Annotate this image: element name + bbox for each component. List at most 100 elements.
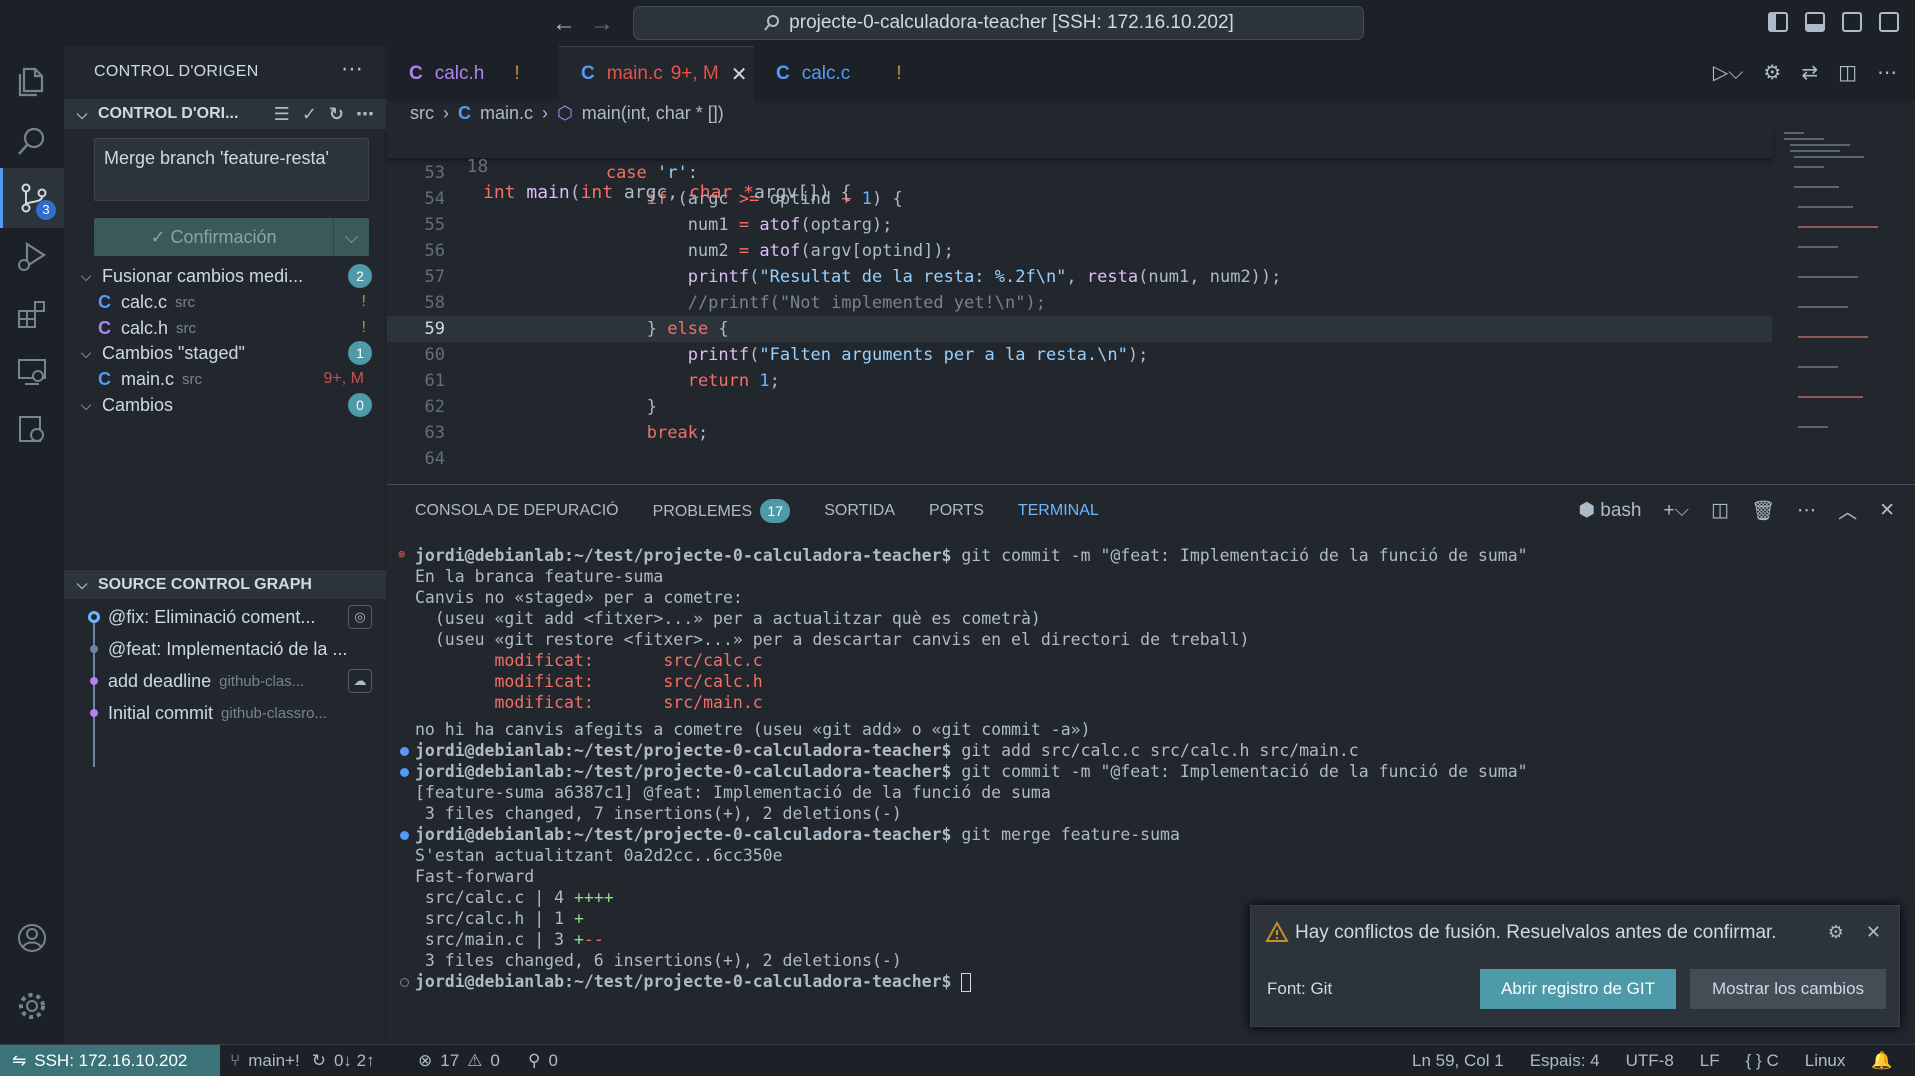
more-icon[interactable]: ⋯ xyxy=(356,104,374,125)
language-mode[interactable]: { } C xyxy=(1746,1051,1779,1071)
source-control-icon[interactable]: 3 xyxy=(0,168,64,228)
open-git-log-button[interactable]: Abrir registro de GIT xyxy=(1480,969,1676,1009)
file-dir: src xyxy=(176,319,197,337)
graph-commit-row[interactable]: @feat: Implementació de la ... xyxy=(64,633,386,665)
chevron-down-icon: ⌵ xyxy=(80,344,92,361)
graph-commit-row[interactable]: Initial commit github-classro... xyxy=(64,697,386,729)
success-dot-icon xyxy=(400,831,409,840)
gear-icon[interactable]: ⚙ xyxy=(1828,922,1844,943)
tab-ports[interactable]: PORTS xyxy=(929,502,984,520)
commit-button-label: ✓ Confirmación xyxy=(150,226,277,247)
error-circle-icon: ⊗ xyxy=(398,547,406,561)
open-changes-icon[interactable]: ⇄ xyxy=(1801,60,1818,85)
new-terminal-icon[interactable]: +⌵ xyxy=(1663,500,1689,522)
maximize-panel-icon[interactable]: ︿ xyxy=(1838,497,1857,524)
ports-count[interactable]: 0 xyxy=(548,1051,557,1071)
graph-commit-row[interactable]: add deadline github-clas... ☁ xyxy=(64,665,386,697)
tab-debug-console[interactable]: CONSOLA DE DEPURACIÓ xyxy=(415,502,619,520)
run-debug-icon[interactable] xyxy=(0,226,64,286)
refresh-icon[interactable]: ↻ xyxy=(329,104,344,125)
success-dot-icon xyxy=(400,768,409,777)
toggle-primary-sidebar-icon[interactable] xyxy=(1768,12,1788,32)
view-as-tree-icon[interactable]: ☰ xyxy=(274,104,290,125)
title-bar: ← → projecte-0-calculadora-teacher [SSH:… xyxy=(0,0,1915,46)
remote-settings-icon[interactable] xyxy=(0,400,64,460)
shell-name: bash xyxy=(1600,500,1642,521)
tab-main-c[interactable]: C main.c 9+, M ✕ xyxy=(559,46,754,101)
file-dir: src xyxy=(175,293,196,311)
commit-label: @fix: Eliminació coment... xyxy=(108,606,316,627)
notifications-bell-icon[interactable]: 🔔 xyxy=(1871,1051,1892,1071)
command-center[interactable]: projecte-0-calculadora-teacher [SSH: 172… xyxy=(633,6,1364,40)
cloud-icon[interactable]: ☁ xyxy=(348,669,372,693)
commit-message-input[interactable]: Merge branch 'feature-resta' xyxy=(94,138,369,201)
os-indicator[interactable]: Linux xyxy=(1805,1051,1846,1071)
explorer-icon[interactable] xyxy=(0,52,64,112)
breadcrumb-file[interactable]: main.c xyxy=(480,103,533,124)
remote-explorer-icon[interactable] xyxy=(0,342,64,402)
more-icon[interactable]: ⋯ xyxy=(1797,499,1816,522)
graph-section-header[interactable]: ⌵ SOURCE CONTROL GRAPH xyxy=(64,569,386,599)
show-changes-button[interactable]: Mostrar los cambios xyxy=(1690,969,1886,1009)
tab-status: ! xyxy=(896,62,902,84)
close-icon[interactable]: ✕ xyxy=(1866,922,1881,943)
breadcrumb-symbol[interactable]: main(int, char * []) xyxy=(582,103,724,124)
commit-meta: github-clas... xyxy=(219,672,305,690)
minimap[interactable] xyxy=(1780,126,1900,482)
forward-arrow-icon[interactable]: → xyxy=(590,10,614,38)
c-file-icon: C xyxy=(458,103,471,123)
indentation[interactable]: Espais: 4 xyxy=(1530,1051,1600,1071)
run-icon[interactable]: ▷⌵ xyxy=(1713,60,1744,85)
error-count[interactable]: 17 xyxy=(440,1051,459,1071)
cursor-position[interactable]: Ln 59, Col 1 xyxy=(1412,1051,1504,1071)
search-icon[interactable] xyxy=(0,112,64,172)
tab-output[interactable]: SORTIDA xyxy=(824,502,895,520)
error-icon: ⊗ xyxy=(418,1051,433,1070)
target-icon[interactable]: ◎ xyxy=(348,605,372,629)
sticky-scroll-line[interactable]: 18 int main(int argc, char *argv[]) { xyxy=(387,128,1772,203)
extensions-icon[interactable] xyxy=(0,284,64,344)
terminal-cursor xyxy=(961,973,972,992)
commit-button[interactable]: ✓ Confirmación ⌵ xyxy=(94,218,369,256)
commit-meta: github-classro... xyxy=(221,704,327,722)
manage-gear-icon[interactable] xyxy=(0,976,64,1036)
customize-layout-icon[interactable] xyxy=(1879,12,1899,32)
accounts-icon[interactable] xyxy=(0,908,64,968)
toggle-secondary-sidebar-icon[interactable] xyxy=(1842,12,1862,32)
toggle-panel-icon[interactable] xyxy=(1805,12,1825,32)
commit-label: @feat: Implementació de la ... xyxy=(108,638,348,659)
conflict-status: ! xyxy=(361,319,366,336)
file-name: calc.c xyxy=(121,291,168,312)
branch-icon: ⑂ xyxy=(230,1051,241,1070)
sync-status[interactable]: 0↓ 2↑ xyxy=(334,1051,375,1071)
remote-indicator[interactable]: ⇋ SSH: 172.16.10.202 xyxy=(0,1045,220,1076)
warning-count[interactable]: 0 xyxy=(490,1051,499,1071)
branch-name[interactable]: main+! xyxy=(248,1051,300,1071)
split-editor-icon[interactable]: ◫ xyxy=(1838,60,1857,85)
split-terminal-icon[interactable]: ◫ xyxy=(1711,499,1729,522)
end-of-line[interactable]: LF xyxy=(1700,1051,1720,1071)
encoding[interactable]: UTF-8 xyxy=(1626,1051,1674,1071)
more-icon[interactable]: ⋯ xyxy=(1877,60,1897,85)
warning-icon xyxy=(1265,920,1289,942)
gear-icon[interactable]: ⚙ xyxy=(1763,60,1781,85)
tab-calc-h[interactable]: C calc.h ! xyxy=(387,46,557,101)
graph-commit-row[interactable]: @fix: Eliminació coment... ◎ xyxy=(64,601,386,633)
tab-label: main.c xyxy=(606,63,663,84)
changes-group[interactable]: ⌵ Cambios 0 xyxy=(64,390,386,420)
commit-dropdown-chevron-icon[interactable]: ⌵ xyxy=(333,218,369,256)
close-icon[interactable]: ✕ xyxy=(731,62,748,87)
line-number: 18 xyxy=(466,156,489,177)
tab-calc-c[interactable]: C calc.c ! xyxy=(754,46,924,101)
scm-section-header[interactable]: ⌵ CONTROL D'ORI... ☰ ✓ ↻ ⋯ xyxy=(64,99,386,129)
breadcrumb-folder[interactable]: src xyxy=(410,103,434,124)
close-panel-icon[interactable]: ✕ xyxy=(1879,499,1895,522)
back-arrow-icon[interactable]: ← xyxy=(552,10,576,38)
commit-check-icon[interactable]: ✓ xyxy=(302,104,317,125)
chevron-right-icon: › xyxy=(443,103,449,123)
terminal-shell-selector[interactable]: ⬢ bash xyxy=(1578,499,1641,522)
more-actions-icon[interactable]: ⋯ xyxy=(341,56,363,82)
trash-icon[interactable]: 🗑 xyxy=(1751,499,1775,523)
tab-problems[interactable]: PROBLEMES 17 xyxy=(653,499,791,523)
tab-terminal[interactable]: TERMINAL xyxy=(1018,502,1099,520)
